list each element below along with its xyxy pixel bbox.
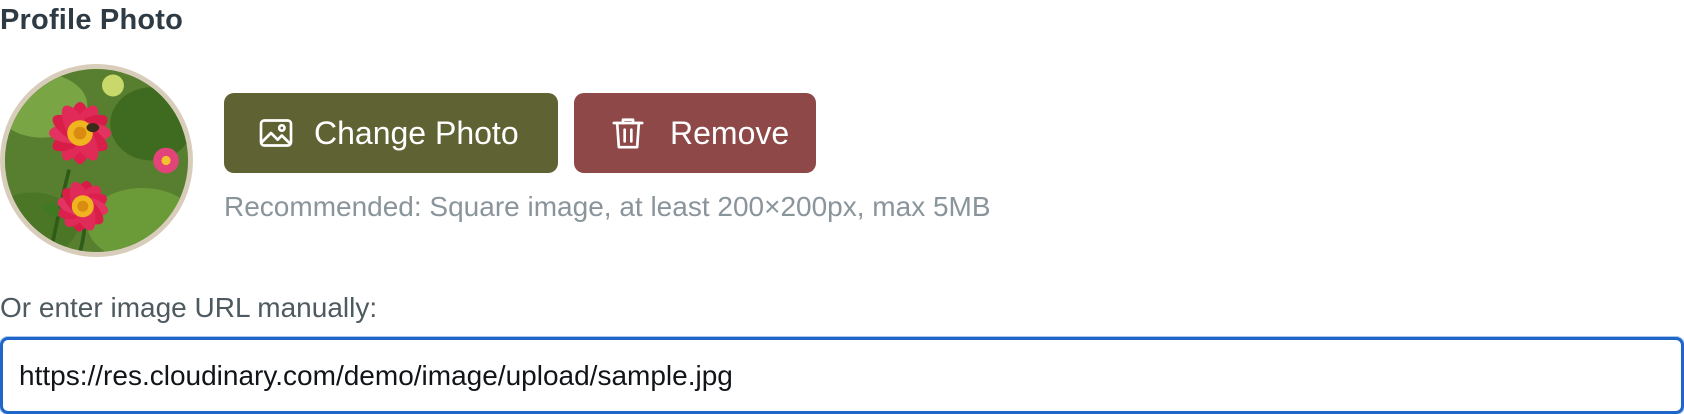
change-photo-label: Change Photo (314, 114, 519, 151)
remove-photo-button[interactable]: Remove (574, 93, 816, 173)
change-photo-button[interactable]: Change Photo (224, 93, 558, 173)
profile-avatar (0, 64, 193, 257)
avatar-photo (5, 69, 188, 252)
section-title: Profile Photo (0, 4, 184, 36)
photo-requirements-hint: Recommended: Square image, at least 200×… (224, 191, 991, 222)
image-icon (256, 113, 296, 153)
remove-photo-label: Remove (670, 114, 790, 151)
image-url-input[interactable] (0, 337, 1684, 414)
trash-icon (608, 113, 648, 153)
image-url-label: Or enter image URL manually: (0, 292, 378, 323)
